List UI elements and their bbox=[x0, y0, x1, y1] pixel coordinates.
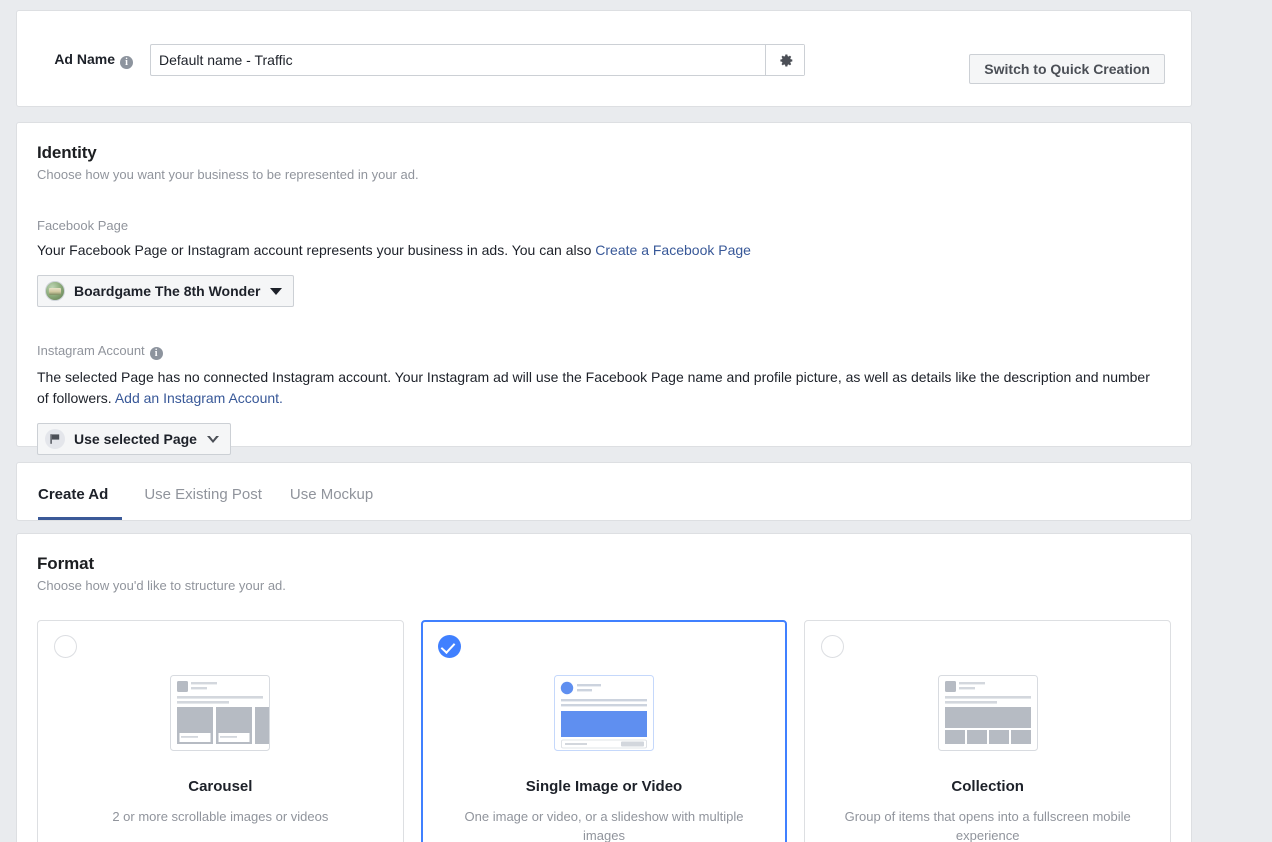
tab-use-mockup[interactable]: Use Mockup bbox=[276, 486, 387, 520]
tab-create-ad[interactable]: Create Ad bbox=[38, 486, 123, 520]
gear-icon bbox=[779, 54, 792, 66]
facebook-page-selector[interactable]: Boardgame The 8th Wonder bbox=[37, 275, 295, 307]
single-image-thumbnail-wrapper bbox=[438, 667, 771, 759]
page-flag-icon bbox=[45, 429, 65, 449]
ad-name-settings-button[interactable] bbox=[765, 45, 804, 75]
format-name-collection: Collection bbox=[951, 778, 1024, 795]
ad-creation-tabs-card: Create Ad Use Existing Post Use Mockup bbox=[16, 462, 1192, 521]
identity-card: Identity Choose how you want your busine… bbox=[16, 122, 1192, 455]
info-icon[interactable]: i bbox=[120, 56, 133, 69]
ad-name-label-text: Ad Name bbox=[54, 51, 115, 67]
instagram-account-label-text: Instagram Account bbox=[37, 343, 145, 358]
info-icon[interactable]: i bbox=[149, 347, 163, 360]
instagram-account-selector[interactable]: Use selected Page bbox=[37, 423, 231, 455]
instagram-account-selected-option: Use selected Page bbox=[74, 431, 197, 447]
ads-manager-ad-creation-page: Ad Name i Switch to Quick Creation Identi… bbox=[0, 0, 1272, 842]
page-avatar bbox=[45, 281, 65, 301]
instagram-account-label: Instagram Account i bbox=[37, 343, 1171, 360]
facebook-page-selected-name: Boardgame The 8th Wonder bbox=[74, 283, 261, 299]
collection-thumbnail bbox=[937, 675, 1038, 751]
format-card: Format Choose how you'd like to structur… bbox=[16, 533, 1192, 842]
ad-name-label: Ad Name i bbox=[17, 51, 139, 69]
facebook-page-description-text: Your Facebook Page or Instagram account … bbox=[37, 242, 596, 258]
create-facebook-page-link[interactable]: Create a Facebook Page bbox=[595, 242, 751, 258]
single-image-thumbnail bbox=[554, 675, 654, 751]
carousel-thumbnail-wrapper bbox=[54, 667, 387, 759]
format-description-carousel: 2 or more scrollable images or videos bbox=[112, 809, 329, 824]
format-options-grid: Carousel 2 or more scrollable images or … bbox=[37, 620, 1172, 842]
format-option-collection[interactable]: Collection Group of items that opens int… bbox=[804, 620, 1172, 842]
format-option-single-image-or-video[interactable]: Single Image or Video One image or video… bbox=[420, 620, 788, 842]
ad-name-card: Ad Name i Switch to Quick Creation bbox=[16, 10, 1192, 107]
identity-title: Identity bbox=[37, 143, 97, 162]
instagram-account-description: The selected Page has no connected Insta… bbox=[37, 367, 1162, 409]
format-radio-collection[interactable] bbox=[821, 635, 845, 658]
ad-name-input-wrapper bbox=[150, 44, 805, 76]
tab-use-existing-post[interactable]: Use Existing Post bbox=[130, 486, 276, 520]
facebook-page-label: Facebook Page bbox=[37, 218, 129, 233]
facebook-page-description: Your Facebook Page or Instagram account … bbox=[37, 240, 1162, 261]
identity-subtitle: Choose how you want your business to be … bbox=[37, 167, 419, 182]
chevron-down-icon bbox=[270, 287, 283, 295]
format-description-collection: Group of items that opens into a fullscr… bbox=[844, 809, 1131, 842]
switch-to-quick-creation-button[interactable]: Switch to Quick Creation bbox=[969, 54, 1165, 84]
add-instagram-account-link[interactable]: Add an Instagram Account. bbox=[115, 390, 283, 406]
carousel-thumbnail bbox=[170, 675, 271, 751]
format-radio-carousel[interactable] bbox=[54, 635, 77, 658]
format-name-carousel: Carousel bbox=[188, 778, 253, 795]
format-title: Format bbox=[37, 554, 95, 573]
format-description-single-image-or-video: One image or video, or a slideshow with … bbox=[464, 809, 744, 842]
flag-glyph bbox=[50, 434, 60, 444]
ad-creation-tabs: Create Ad Use Existing Post Use Mockup bbox=[17, 463, 1191, 520]
format-radio-single-image-or-video[interactable] bbox=[437, 635, 461, 658]
format-option-carousel[interactable]: Carousel 2 or more scrollable images or … bbox=[37, 620, 404, 842]
format-subtitle: Choose how you'd like to structure your … bbox=[37, 578, 286, 593]
collection-thumbnail-wrapper bbox=[821, 667, 1154, 759]
chevron-down-outline-icon bbox=[206, 434, 219, 443]
ad-name-input[interactable] bbox=[151, 45, 765, 75]
format-name-single-image-or-video: Single Image or Video bbox=[525, 778, 683, 795]
